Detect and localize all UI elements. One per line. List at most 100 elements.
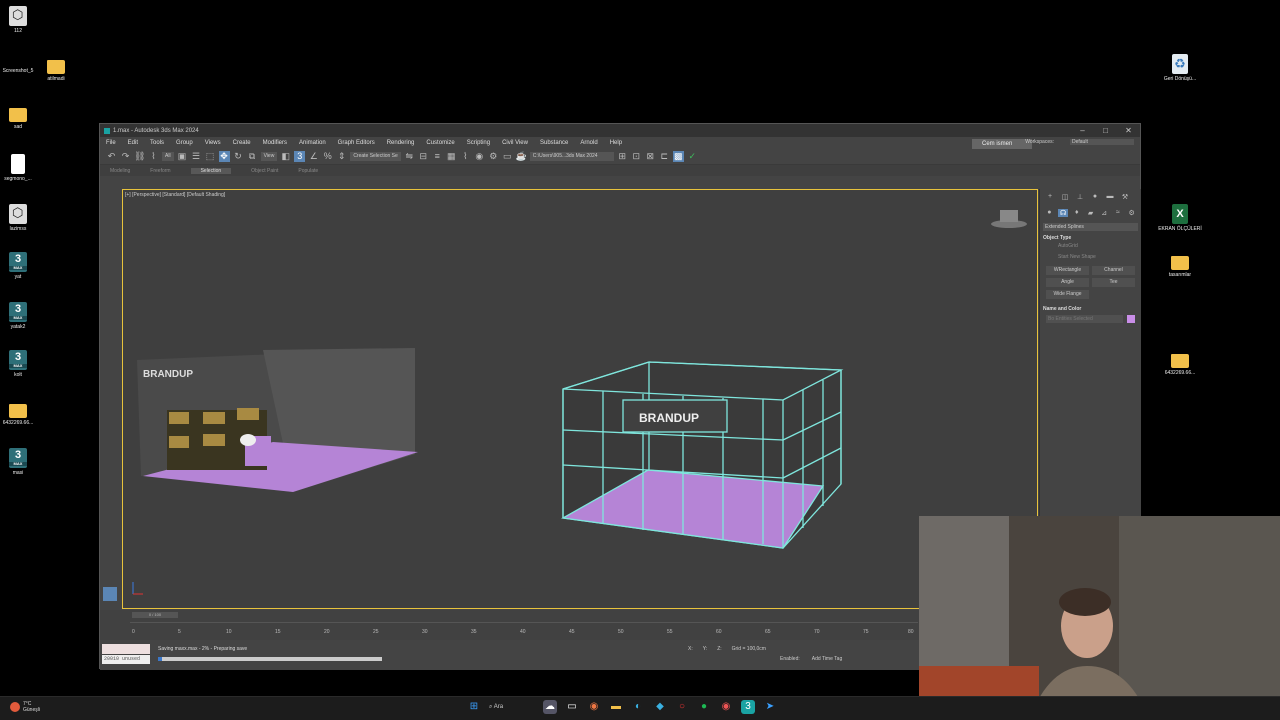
select-scale-icon[interactable]: ⧉ [247,151,258,162]
enabled-label[interactable]: Enabled: [780,656,800,662]
ribbon-tab-freeform[interactable]: Freeform [150,168,170,174]
workspace-dropdown[interactable]: Default [1070,139,1134,145]
hierarchy-tab-icon[interactable]: ⊥ [1074,193,1086,201]
minimize-button[interactable]: – [1071,126,1094,135]
time-slider[interactable]: 0 / 100 [132,612,178,618]
angle-snap-icon[interactable]: ∠ [308,151,319,162]
render-icon[interactable]: ☕ [516,151,527,162]
unlink-icon[interactable]: ⌇ [148,151,159,162]
shapes-icon[interactable]: ☊ [1057,209,1069,217]
tee-button[interactable]: Tee [1092,278,1135,287]
desktop-icon-tasarimlar[interactable]: tasarımlar [1158,252,1202,278]
maxscript-listener-mini[interactable] [102,644,150,654]
project-folder-icon[interactable]: ⊞ [617,151,628,162]
user-account-dropdown[interactable]: Cem ismen [972,139,1032,149]
asset-tracking-icon[interactable]: ▩ [672,151,684,162]
select-object-icon[interactable]: ▣ [177,151,188,162]
share-icon[interactable]: ⊏ [659,151,670,162]
start-new-shape-checkbox[interactable]: Start New Shape [1040,252,1141,263]
rectangular-selection-icon[interactable]: ⬚ [205,151,216,162]
named-selection-sets-dropdown[interactable]: Create Selection Se [350,152,401,161]
object-color-swatch[interactable] [1127,315,1135,323]
menu-scripting[interactable]: Scripting [467,140,490,146]
desktop-icon-kolt[interactable]: 3 MAX kolt [0,350,40,378]
desktop-icon-atilmadi[interactable]: atilmadi [34,56,78,82]
menu-modifiers[interactable]: Modifiers [263,140,287,146]
create-tab-icon[interactable]: + [1044,193,1056,201]
menu-customize[interactable]: Customize [426,140,454,146]
autogrid-checkbox[interactable]: AutoGrid [1040,241,1141,252]
utilities-tab-icon[interactable]: ⚒ [1119,193,1131,201]
menu-group[interactable]: Group [176,140,193,146]
space-warps-icon[interactable]: ≈ [1113,209,1124,217]
modify-tab-icon[interactable]: ◫ [1059,193,1071,201]
file-explorer-icon[interactable]: ▬ [609,700,623,714]
desktop-icon-recycle-bin[interactable]: ♻ Geri Dönüşü... [1158,54,1202,82]
check-icon[interactable]: ✓ [687,151,698,162]
select-by-name-icon[interactable]: ☰ [191,151,202,162]
desktop-icon-lazimss[interactable]: lazimss [0,204,40,232]
ribbon-tab-object-paint[interactable]: Object Paint [251,168,278,174]
windows-start-icon[interactable]: ⊞ [467,700,481,714]
opera-icon[interactable]: ○ [675,700,689,714]
timeline-ruler[interactable]: 0 5 10 15 20 25 30 35 40 45 50 55 60 65 … [130,622,918,636]
menu-edit[interactable]: Edit [128,140,138,146]
scene-explorer-icon[interactable]: ▦ [446,151,457,162]
menu-animation[interactable]: Animation [299,140,326,146]
redo-icon[interactable]: ↷ [120,151,131,162]
reference-coordinate-dropdown[interactable]: View [260,152,278,161]
display-tab-icon[interactable]: ▬ [1104,193,1116,201]
weather-widget[interactable]: 7°C Güneşli [10,701,40,713]
curve-editor-icon[interactable]: ⌇ [460,151,471,162]
desktop-icon-folder-6432269-right[interactable]: 6432269.66... [1158,350,1202,376]
desktop-icon-folder-6432269[interactable]: 6432269.66... [0,400,40,426]
telegram-icon[interactable]: ➤ [763,700,777,714]
helpers-icon[interactable]: ⊿ [1099,209,1110,217]
mirror-icon[interactable]: ⇋ [404,151,415,162]
shape-category-dropdown[interactable]: Extended Splines [1043,223,1138,231]
geometry-icon[interactable]: ● [1044,209,1055,217]
object-name-field[interactable]: Bo Entities Selected [1046,315,1123,323]
menu-graph-editors[interactable]: Graph Editors [338,140,375,146]
layer-explorer-icon[interactable]: ≡ [432,151,443,162]
selection-filter-dropdown[interactable]: All [162,152,174,161]
menu-substance[interactable]: Substance [540,140,568,146]
menu-views[interactable]: Views [205,140,221,146]
wide-flange-button[interactable]: Wide Flange [1046,290,1089,299]
wrectangle-button[interactable]: WRectangle [1046,266,1089,275]
desktop-icon-masi[interactable]: 3 MAX masi [0,448,40,476]
lights-icon[interactable]: ♦ [1071,209,1082,217]
desktop-icon-ekran-olculeri[interactable]: X EKRAN ÖLÇÜLERİ [1158,204,1202,232]
taskbar-search[interactable]: ⌕ Ara [489,700,535,714]
snaps-toggle-icon[interactable]: 3 [294,151,306,162]
menu-arnold[interactable]: Arnold [580,140,597,146]
menu-civil-view[interactable]: Civil View [502,140,528,146]
desktop-icon-yat[interactable]: 3 MAX yat [0,252,40,280]
spinner-snap-icon[interactable]: ⇕ [336,151,347,162]
ribbon-tab-selection[interactable]: Selection [190,167,232,174]
menu-create[interactable]: Create [233,140,251,146]
maximize-button[interactable]: □ [1094,126,1117,135]
ribbon-tab-populate[interactable]: Populate [298,168,318,174]
project-path-field[interactable]: C:\Users\905...3ds Max 2024 [529,152,614,161]
booth-wireframe-model[interactable] [560,361,844,549]
render-frame-icon[interactable]: ▭ [502,151,513,162]
link-icon[interactable]: ⛓ [134,151,145,162]
chrome-alt-icon[interactable]: ◉ [719,700,733,714]
chrome-icon[interactable]: ◉ [587,700,601,714]
open-file-icon[interactable]: ⊡ [631,151,642,162]
select-rotate-icon[interactable]: ↻ [233,151,244,162]
3dsmax-taskbar-icon[interactable]: 3 [741,700,755,714]
motion-tab-icon[interactable]: ● [1089,193,1101,201]
rollout-name-and-color[interactable]: Name and Color [1043,306,1138,312]
widgets-icon[interactable]: ☁ [543,700,557,714]
task-view-icon[interactable]: ▭ [565,700,579,714]
desktop-icon-yatak2[interactable]: 3 MAX yatak2 [0,302,40,330]
save-icon[interactable]: ⊠ [645,151,656,162]
menu-file[interactable]: File [106,140,116,146]
undo-icon[interactable]: ↶ [106,151,117,162]
desktop-icon-112[interactable]: 112 [0,6,40,34]
viewport-layout-icon[interactable] [103,587,117,601]
material-editor-icon[interactable]: ◉ [474,151,485,162]
viewcube-icon[interactable] [991,210,1027,228]
